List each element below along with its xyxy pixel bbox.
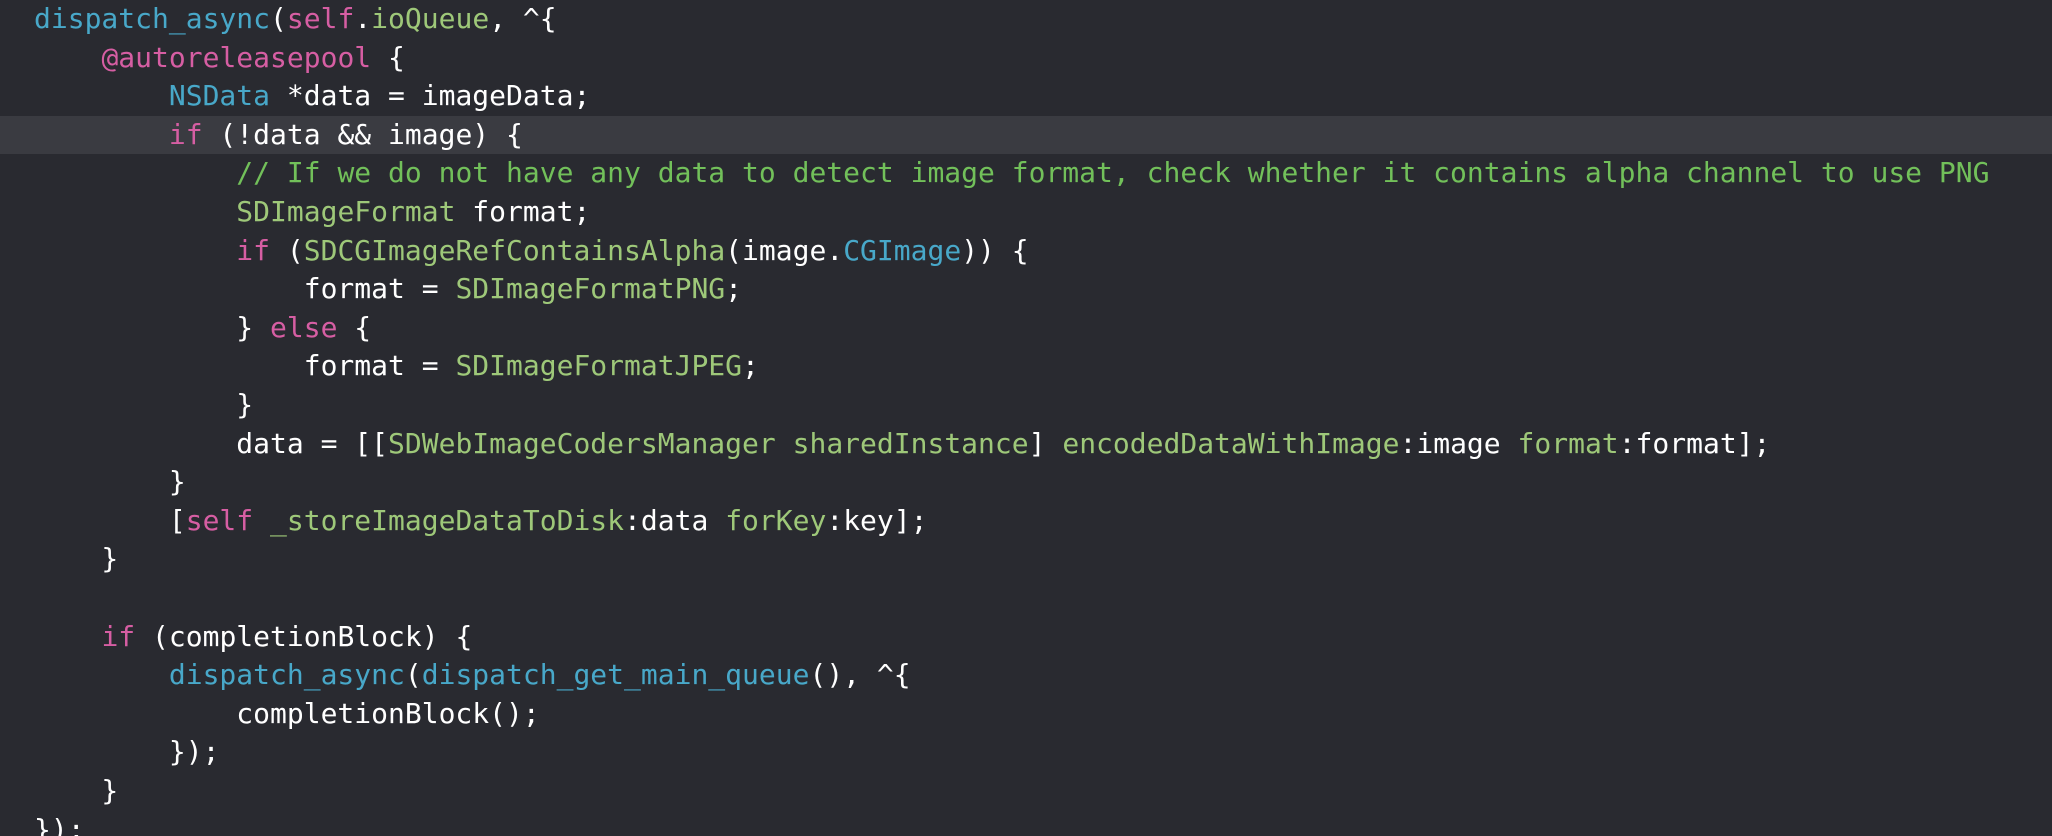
code-text: } [34,774,119,807]
code-line[interactable]: SDImageFormat format; [0,193,2052,231]
code-text: } [34,542,119,576]
code-text: ( [270,233,304,267]
code-line[interactable]: @autoreleasepool { [0,39,2052,77]
code-line[interactable]: } [0,772,2052,810]
code-text: :format]; [1618,426,1771,460]
code-text: :image [1399,426,1518,460]
keyword-token: if [101,619,136,653]
project-symbol-token: SDImageFormat [236,195,456,228]
code-text: , ^{ [489,2,557,35]
code-text: { [371,40,405,74]
code-text: ( [270,2,287,35]
project-symbol-token: _storeImageDataToDisk [270,503,625,537]
code-text: } [34,388,254,421]
project-symbol-token: encodedDataWithImage [1062,426,1400,460]
code-line[interactable] [0,579,2052,617]
keyword-token: @autoreleasepool [101,40,372,74]
code-text: completionBlock(); [34,696,540,730]
code-text: (image. [725,233,844,267]
system-symbol-token: NSData [168,79,271,113]
code-text: (completionBlock) { [135,619,473,653]
system-symbol-token: dispatch_async [168,658,405,692]
code-text: }); [34,735,220,769]
code-line[interactable]: dispatch_async(self.ioQueue, ^{ [0,0,2052,38]
project-symbol-token: SDImageFormatJPEG [455,349,743,383]
code-editor[interactable]: dispatch_async(self.ioQueue, ^{ @autorel… [0,0,2052,836]
code-line[interactable]: data = [[SDWebImageCodersManager sharedI… [0,425,2052,463]
project-symbol-token: ioQueue [371,2,490,35]
keyword-token: if [236,233,271,267]
code-text: { [337,310,372,344]
project-symbol-token: forKey [725,503,827,537]
code-text: (!data && image) { [202,117,523,151]
code-text: format; [455,195,591,228]
code-text: } [34,310,271,344]
code-text: }); [34,812,85,836]
code-text: ( [404,658,422,692]
code-text: data = [[ [34,426,389,460]
code-line[interactable]: if (SDCGImageRefContainsAlpha(image.CGIm… [0,232,2052,270]
code-line[interactable]: [self _storeImageDataToDisk:data forKey:… [0,502,2052,540]
code-line[interactable]: } else { [0,309,2052,347]
code-line[interactable]: // If we do not have any data to detect … [0,154,2052,192]
code-text: (), ^{ [809,658,911,692]
project-symbol-token: sharedInstance [792,426,1029,460]
keyword-token: self [185,503,254,537]
code-text: format = [34,272,456,306]
system-symbol-token: dispatch_async [34,2,271,35]
code-text: format = [34,349,456,383]
code-line[interactable]: } [0,463,2052,501]
keyword-token: self [286,2,355,35]
keyword-token: else [270,310,338,344]
system-symbol-token: CGImage [843,233,962,267]
code-line[interactable]: format = SDImageFormatPNG; [0,270,2052,308]
code-text: ; [742,349,759,383]
code-line[interactable]: } [0,540,2052,578]
code-text: . [354,2,372,35]
code-line[interactable]: if (completionBlock) { [0,618,2052,656]
system-symbol-token: dispatch_get_main_queue [421,658,810,692]
code-text: [ [34,503,186,537]
code-text: )) { [961,233,1029,267]
comment-token: // If we do not have any data to detect … [236,156,1990,190]
code-line[interactable]: format = SDImageFormatJPEG; [0,347,2052,385]
code-line[interactable]: NSData *data = imageData; [0,77,2052,115]
code-text: :data [624,503,726,537]
project-symbol-token: format [1517,426,1619,460]
project-symbol-token: SDCGImageRefContainsAlpha [303,233,726,267]
code-text: ; [725,272,743,306]
project-symbol-token: SDWebImageCodersManager [388,426,776,460]
project-symbol-token: SDImageFormatPNG [455,272,726,306]
code-text: ] [1028,426,1063,460]
code-text: *data = imageData; [270,79,591,113]
code-line[interactable]: } [0,386,2052,424]
code-text: } [34,465,186,499]
code-text: :key]; [826,503,928,537]
code-line[interactable]: dispatch_async(dispatch_get_main_queue()… [0,656,2052,694]
code-line[interactable]: completionBlock(); [0,695,2052,733]
code-line[interactable]: }); [0,733,2052,771]
keyword-token: if [168,117,203,151]
current-code-line[interactable]: if (!data && image) { [0,115,2052,154]
code-line[interactable]: }); [0,811,2052,836]
